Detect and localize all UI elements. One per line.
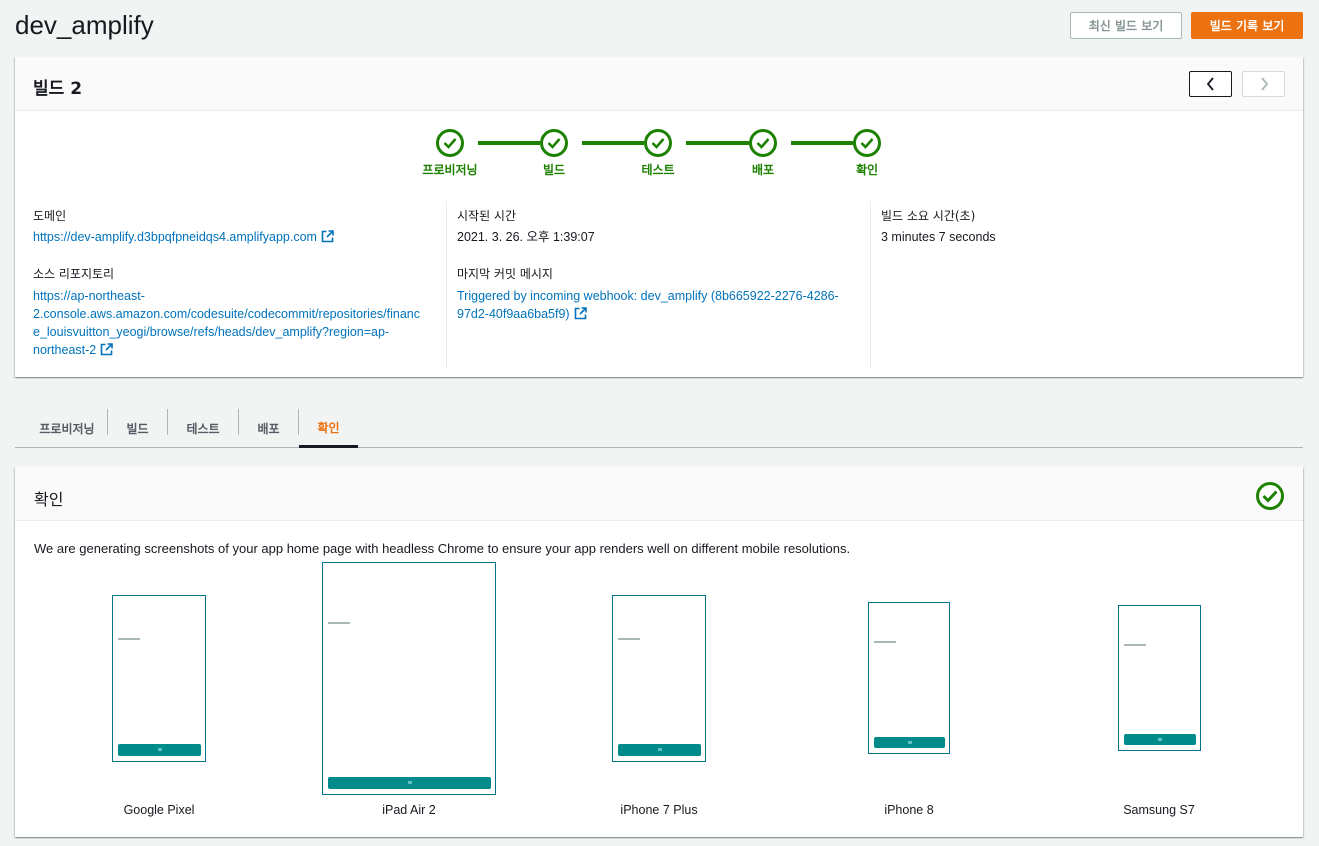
screenshot-button-dot — [908, 741, 912, 744]
screenshot-button-dot — [408, 781, 412, 784]
verify-title: 확인 — [34, 490, 64, 509]
step-build-check-icon — [540, 129, 568, 157]
screenshot-text — [328, 622, 350, 624]
repo-link-line[interactable]: northeast-2 — [33, 343, 96, 357]
domain-link-text[interactable]: https://dev-amplify.d3bpqfpneidqs4.ampli… — [33, 230, 317, 244]
screenshot-text — [118, 638, 140, 640]
screenshot-button-dot — [158, 748, 162, 751]
device-label: Samsung S7 — [1123, 803, 1195, 817]
commit-label: 마지막 커밋 메시지 — [457, 267, 553, 281]
commit-link[interactable]: Triggered by incoming webhook: dev_ampli… — [457, 287, 867, 323]
device-label: iPad Air 2 — [382, 803, 436, 817]
step-test-check-icon — [644, 129, 672, 157]
screenshot-button-dot — [658, 748, 662, 751]
screenshot-text — [618, 638, 640, 640]
domain-repo-column: 도메인 https://dev-amplify.d3bpqfpneidqs4.a… — [33, 201, 446, 369]
device-label: Google Pixel — [123, 803, 195, 817]
step-connector — [791, 141, 853, 145]
external-link-icon — [574, 307, 587, 320]
build-phase-tabs: 프로비저닝 빌드 테스트 배포 확인 — [15, 400, 1303, 448]
view-latest-build-button[interactable]: 최신 빌드 보기 — [1070, 12, 1182, 39]
time-commit-column: 시작된 시간 2021. 3. 26. 오후 1:39:07 마지막 커밋 메시… — [446, 201, 870, 369]
screenshot-text — [874, 641, 896, 643]
screenshot-button — [874, 737, 945, 748]
step-connector — [686, 141, 749, 145]
started-value: 2021. 3. 26. 오후 1:39:07 — [457, 230, 595, 244]
screenshot-button — [1124, 734, 1196, 745]
commit-link-line[interactable]: 97d2-40f9aa6ba5f9) — [457, 307, 570, 321]
device-label: iPhone 7 Plus — [620, 803, 698, 817]
view-build-history-button[interactable]: 빌드 기록 보기 — [1191, 12, 1303, 39]
duration-column: 빌드 소요 시간(초) 3 minutes 7 seconds — [870, 201, 1290, 369]
repo-link-line[interactable]: 2.console.aws.amazon.com/codesuite/codec… — [33, 305, 443, 323]
verify-panel: 확인 We are generating screenshots of your… — [15, 467, 1303, 837]
step-deploy-check-icon — [749, 129, 777, 157]
device-label: iPhone 8 — [884, 803, 934, 817]
build-panel: 빌드 2 프로비저닝 빌드 테스트 배포 확인 도메인 https://dev-… — [15, 57, 1303, 377]
commit-link-line[interactable]: Triggered by incoming webhook: dev_ampli… — [457, 287, 867, 305]
check-circle-icon — [1256, 482, 1284, 510]
screenshot-button — [618, 744, 701, 756]
build-stepper: 프로비저닝 빌드 테스트 배포 확인 — [15, 57, 1303, 187]
step-label: 확인 — [855, 163, 879, 177]
tab-provisioning[interactable]: 프로비저닝 — [27, 409, 107, 447]
repo-link-line[interactable]: e_louisvuitton_yeogi/browse/refs/heads/d… — [33, 323, 443, 341]
tab-build[interactable]: 빌드 — [108, 409, 167, 447]
duration-label: 빌드 소요 시간(초) — [881, 209, 976, 223]
repo-link[interactable]: https://ap-northeast- 2.console.aws.amaz… — [33, 287, 443, 359]
tab-deploy[interactable]: 배포 — [239, 409, 298, 447]
tab-test[interactable]: 테스트 — [168, 409, 238, 447]
tab-verify[interactable]: 확인 — [299, 409, 358, 448]
repo-label: 소스 리포지토리 — [33, 267, 115, 281]
device-screenshot-google-pixel — [112, 595, 206, 762]
external-link-icon — [100, 343, 114, 356]
verify-description: We are generating screenshots of your ap… — [34, 541, 851, 556]
step-label: 프로비저닝 — [422, 163, 478, 177]
device-screenshot-iphone-8 — [868, 602, 950, 754]
screenshot-button-dot — [1158, 738, 1162, 741]
device-screenshot-ipad-air-2 — [322, 562, 496, 795]
domain-link[interactable]: https://dev-amplify.d3bpqfpneidqs4.ampli… — [33, 228, 334, 246]
started-label: 시작된 시간 — [457, 209, 517, 223]
page-title: dev_amplify — [15, 10, 154, 40]
step-provisioning-check-icon — [436, 129, 464, 157]
step-label: 배포 — [751, 163, 775, 177]
screenshot-button — [328, 777, 491, 789]
domain-label: 도메인 — [33, 209, 67, 223]
step-label: 테스트 — [641, 163, 675, 177]
verify-panel-header: 확인 — [15, 467, 1303, 521]
device-screenshot-samsung-s7 — [1118, 605, 1201, 751]
step-connector — [582, 141, 644, 145]
screenshot-text — [1124, 644, 1146, 646]
repo-link-line[interactable]: https://ap-northeast- — [33, 287, 443, 305]
step-connector — [478, 141, 540, 145]
external-link-icon — [321, 230, 334, 243]
device-screenshot-iphone-7-plus — [612, 595, 706, 762]
step-label: 빌드 — [542, 163, 566, 177]
screenshot-button — [118, 744, 201, 756]
step-verify-check-icon — [853, 129, 881, 157]
duration-value: 3 minutes 7 seconds — [881, 230, 996, 244]
